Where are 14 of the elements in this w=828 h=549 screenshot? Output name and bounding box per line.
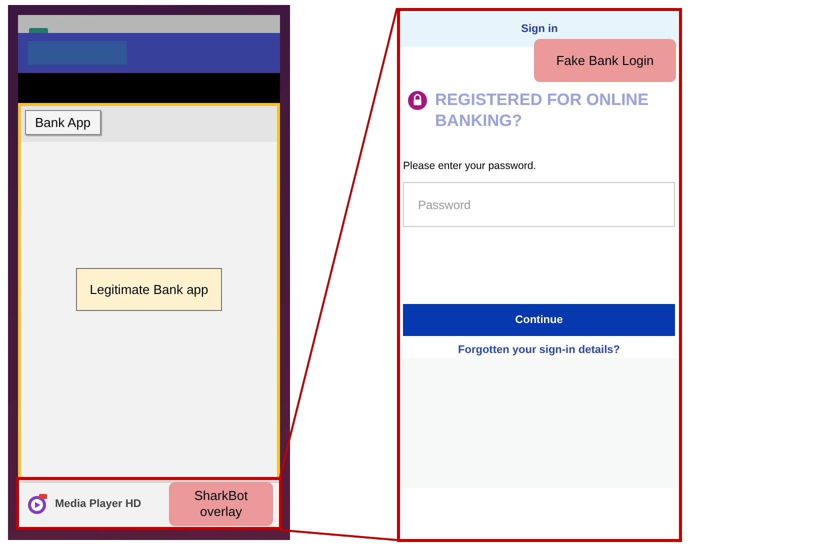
login-heading: REGISTERED FOR ONLINE BANKING?	[435, 90, 650, 132]
lock-icon	[408, 91, 427, 110]
continue-button[interactable]: Continue	[403, 304, 675, 336]
password-field[interactable]: Password	[403, 182, 675, 227]
legitimate-app-label: Legitimate Bank app	[76, 268, 222, 311]
forgotten-details-link[interactable]: Forgotten your sign-in details?	[458, 344, 620, 356]
sign-in-header: Sign in	[521, 23, 558, 35]
app-name: Media Player HD	[55, 498, 142, 510]
fake-bank-login-label: Fake Bank Login	[534, 39, 676, 82]
bank-app-label: Bank App	[25, 110, 101, 135]
sharkbot-overlay-label: SharkBot overlay	[169, 482, 273, 526]
overlay-notification[interactable]: Media Player HD SharkBot overlay	[16, 477, 282, 530]
play-icon	[27, 494, 47, 514]
password-prompt: Please enter your password.	[403, 160, 538, 172]
